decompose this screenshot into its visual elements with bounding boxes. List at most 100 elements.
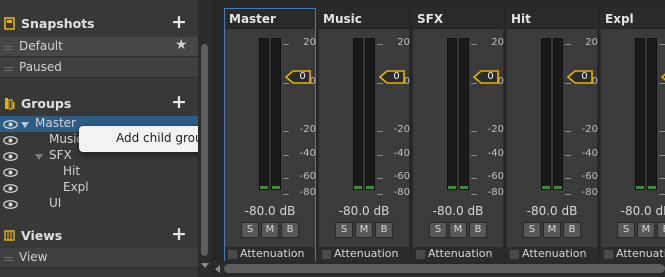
- bypass-button[interactable]: B: [657, 222, 665, 238]
- mute-button[interactable]: M: [355, 222, 373, 238]
- group-item-ui[interactable]: UI: [0, 196, 198, 212]
- scale-label: -60: [487, 171, 504, 182]
- visibility-eye-icon[interactable]: [3, 136, 18, 145]
- groups-header: Groups +: [0, 91, 198, 114]
- drag-handle-icon[interactable]: [4, 46, 13, 47]
- scrollbar-thumb[interactable]: [201, 44, 208, 256]
- add-snapshot-button[interactable]: +: [171, 11, 187, 33]
- group-label: SFX: [49, 148, 72, 162]
- solo-button[interactable]: S: [617, 222, 635, 238]
- visibility-eye-icon[interactable]: [3, 152, 18, 161]
- scale-label: 20: [585, 37, 598, 48]
- mute-button[interactable]: M: [543, 222, 561, 238]
- snapshot-item-paused[interactable]: Paused: [0, 58, 198, 78]
- group-item-expl[interactable]: Expl: [0, 180, 198, 196]
- level-meter: [553, 38, 563, 190]
- fader-arrow-icon: [660, 73, 665, 81]
- volume-fader-handle[interactable]: 0: [378, 70, 405, 84]
- snapshot-label: Default: [19, 39, 63, 53]
- mixer-strip-music[interactable]: Music 20 0 -20 -40 -60 -80 0 -80.0 dB SMB Atte…: [318, 8, 410, 262]
- scale-label: -40: [393, 148, 410, 159]
- strip-name: Master: [225, 9, 315, 29]
- add-group-button[interactable]: +: [171, 91, 187, 113]
- effect-label: Attenuation: [428, 247, 493, 260]
- group-label: Hit: [63, 164, 81, 178]
- bypass-button[interactable]: B: [469, 222, 487, 238]
- left-panel-scrollbar[interactable]: [198, 0, 212, 277]
- solo-button[interactable]: S: [429, 222, 447, 238]
- drag-handle-icon[interactable]: [4, 257, 13, 258]
- volume-db-readout[interactable]: -80.0 dB: [413, 204, 503, 218]
- volume-fader-handle[interactable]: 0: [566, 70, 593, 84]
- scale-label: 20: [491, 37, 504, 48]
- visibility-eye-icon[interactable]: [3, 184, 18, 193]
- effect-toggle-checkbox[interactable]: [510, 250, 519, 259]
- add-child-group-menu-item[interactable]: Add child group: [116, 131, 210, 145]
- effect-toggle-checkbox[interactable]: [604, 250, 613, 259]
- scale-label: -60: [581, 171, 598, 182]
- expand-arrow-icon[interactable]: [21, 122, 29, 128]
- attenuation-effect[interactable]: Attenuation: [319, 247, 409, 262]
- scale-label: -40: [658, 148, 665, 159]
- attenuation-effect[interactable]: Attenuation: [225, 247, 315, 262]
- attenuation-effect[interactable]: Attenuation: [601, 247, 665, 262]
- mixer-strip-master[interactable]: Master 20 0 -20 -40 -60 -80 0 -80.0 dB SMB Att…: [224, 8, 316, 262]
- effect-toggle-checkbox[interactable]: [322, 250, 331, 259]
- fader-value: 0: [581, 71, 588, 82]
- visibility-eye-icon[interactable]: [3, 120, 18, 129]
- mixer-strip-sfx[interactable]: SFX 20 0 -20 -40 -60 -80 0 -80.0 dB SMB Attenu…: [412, 8, 504, 262]
- views-header: Views +: [0, 223, 198, 246]
- volume-fader-handle[interactable]: 0: [472, 70, 499, 84]
- mixer-strip-hit[interactable]: Hit 20 0 -20 -40 -60 -80 0 -80.0 dB SMB Attenu…: [506, 8, 598, 262]
- solo-button[interactable]: S: [241, 222, 259, 238]
- mixer-horizontal-scrollbar[interactable]: [212, 261, 665, 277]
- scroll-left-arrow-icon[interactable]: [215, 265, 220, 273]
- scale-label: -40: [299, 148, 316, 159]
- volume-db-readout[interactable]: -80.0 dB: [507, 204, 597, 218]
- visibility-eye-icon[interactable]: [3, 200, 18, 209]
- mixer-area: Master 20 0 -20 -40 -60 -80 0 -80.0 dB SMB Att…: [212, 0, 665, 277]
- solo-mute-bypass-buttons: SMB: [601, 221, 665, 238]
- expand-arrow-icon[interactable]: [35, 154, 43, 160]
- fader-value: 0: [487, 71, 494, 82]
- solo-button[interactable]: S: [335, 222, 353, 238]
- effect-label: Attenuation: [616, 247, 665, 260]
- volume-db-readout[interactable]: -80.0 dB: [601, 204, 665, 218]
- volume-fader-handle[interactable]: 0: [660, 70, 665, 84]
- effect-toggle-checkbox[interactable]: [228, 250, 237, 259]
- scale-label: -60: [299, 171, 316, 182]
- visibility-eye-icon[interactable]: [3, 168, 18, 177]
- mute-button[interactable]: M: [261, 222, 279, 238]
- scrollbar-thumb[interactable]: [224, 264, 665, 273]
- view-item[interactable]: View: [0, 248, 198, 268]
- attenuation-effect[interactable]: Attenuation: [507, 247, 597, 262]
- volume-db-readout[interactable]: -80.0 dB: [319, 204, 409, 218]
- snapshot-item-default[interactable]: Default ★: [0, 37, 198, 57]
- group-item-hit[interactable]: Hit: [0, 164, 198, 180]
- bypass-button[interactable]: B: [375, 222, 393, 238]
- attenuation-effect[interactable]: Attenuation: [413, 247, 503, 262]
- effect-toggle-checkbox[interactable]: [416, 250, 425, 259]
- effect-label: Attenuation: [334, 247, 399, 260]
- scale-label: -80: [658, 187, 665, 198]
- mute-button[interactable]: M: [637, 222, 655, 238]
- bypass-button[interactable]: B: [563, 222, 581, 238]
- group-label: Master: [35, 116, 76, 130]
- volume-db-readout[interactable]: -80.0 dB: [225, 204, 315, 218]
- mixer-strip-expl[interactable]: Expl200-20-40-60-80 0 -80.0 dB SMB Atten…: [600, 8, 665, 262]
- mute-button[interactable]: M: [449, 222, 467, 238]
- snapshot-label: Paused: [19, 60, 62, 74]
- solo-mute-bypass-buttons: SMB: [507, 221, 597, 238]
- star-icon[interactable]: ★: [175, 37, 188, 53]
- scale-label: 20: [658, 37, 665, 48]
- bypass-button[interactable]: B: [281, 222, 299, 238]
- volume-fader-handle[interactable]: 0: [284, 70, 311, 84]
- drag-handle-icon[interactable]: [4, 67, 13, 68]
- scale-label: -80: [299, 187, 316, 198]
- snapshots-header: Snapshots +: [0, 11, 198, 34]
- strip-name: Music: [319, 9, 409, 29]
- level-meter: [447, 38, 457, 190]
- scroll-down-arrow-icon[interactable]: [201, 263, 209, 268]
- add-view-button[interactable]: +: [171, 223, 187, 245]
- solo-button[interactable]: S: [523, 222, 541, 238]
